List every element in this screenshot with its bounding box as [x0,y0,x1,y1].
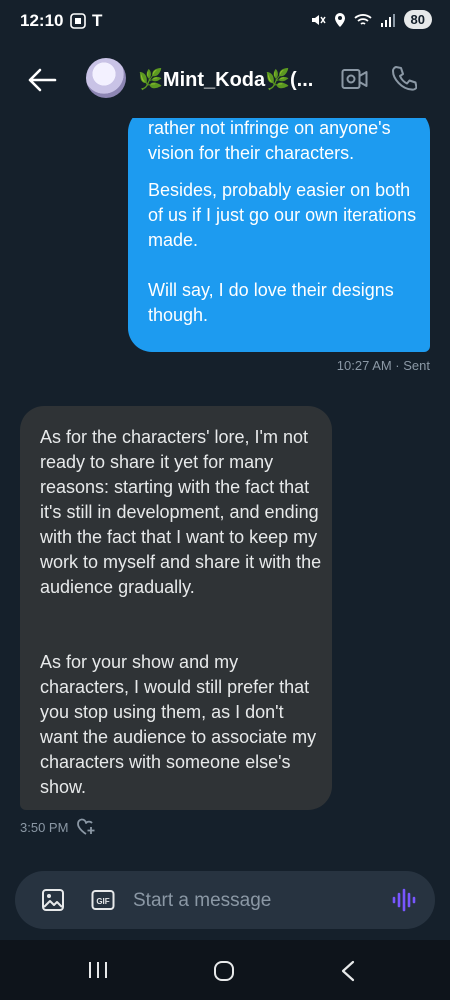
sent-message-timestamp: 10:27 AM · Sent [336,358,430,373]
contact-avatar[interactable] [86,58,126,98]
received-message-timestamp: 3:50 PM [20,819,69,835]
home-icon[interactable] [213,960,235,982]
sent-message-paragraph: Will say, I do love their designs though… [148,280,394,325]
add-reaction-icon[interactable] [76,818,96,836]
sent-message-paragraph: rather not infringe on anyone's vision f… [148,118,391,163]
wifi-icon [353,13,372,25]
voice-message-icon[interactable] [391,887,417,913]
received-message-paragraph: As for your show and my characters, I wo… [40,652,317,797]
message-composer: GIF [15,871,435,929]
sent-message-paragraph: Besides, probably easier on both of us i… [148,180,417,250]
status-time: 12:10 [20,11,64,30]
message-list[interactable]: rather not infringe on anyone's vision f… [0,118,450,870]
conversation-header: 🌿Mint_Koda🌿(... [0,42,450,118]
location-icon [334,12,345,27]
system-icons: 80 [310,10,432,29]
image-icon[interactable] [41,888,65,912]
carrier-icon: T [92,11,103,30]
gif-icon[interactable]: GIF [91,888,115,912]
received-message-bubble[interactable]: As for the characters' lore, I'm not rea… [20,406,332,810]
signal-icon [380,13,395,27]
contact-name[interactable]: 🌿Mint_Koda🌿(... [138,67,313,92]
status-bar: 12:10 T 80 [0,0,450,42]
mute-icon [311,14,326,25]
received-message-meta: 3:50 PM [20,818,96,836]
message-input[interactable] [131,885,385,917]
sent-message-bubble[interactable]: rather not infringe on anyone's vision f… [128,118,430,352]
system-navigation-bar [0,940,450,1000]
received-message-paragraph: As for the characters' lore, I'm not rea… [40,427,322,597]
back-arrow-icon[interactable] [26,66,58,94]
recent-apps-icon[interactable] [87,960,109,980]
video-call-icon[interactable] [341,66,369,92]
gif-label: GIF [96,897,109,906]
notification-icons: T [70,11,102,31]
battery-level: 80 [403,10,432,29]
screenshot-icon [70,13,86,29]
system-back-icon[interactable] [339,960,357,982]
phone-call-icon[interactable] [391,64,417,92]
